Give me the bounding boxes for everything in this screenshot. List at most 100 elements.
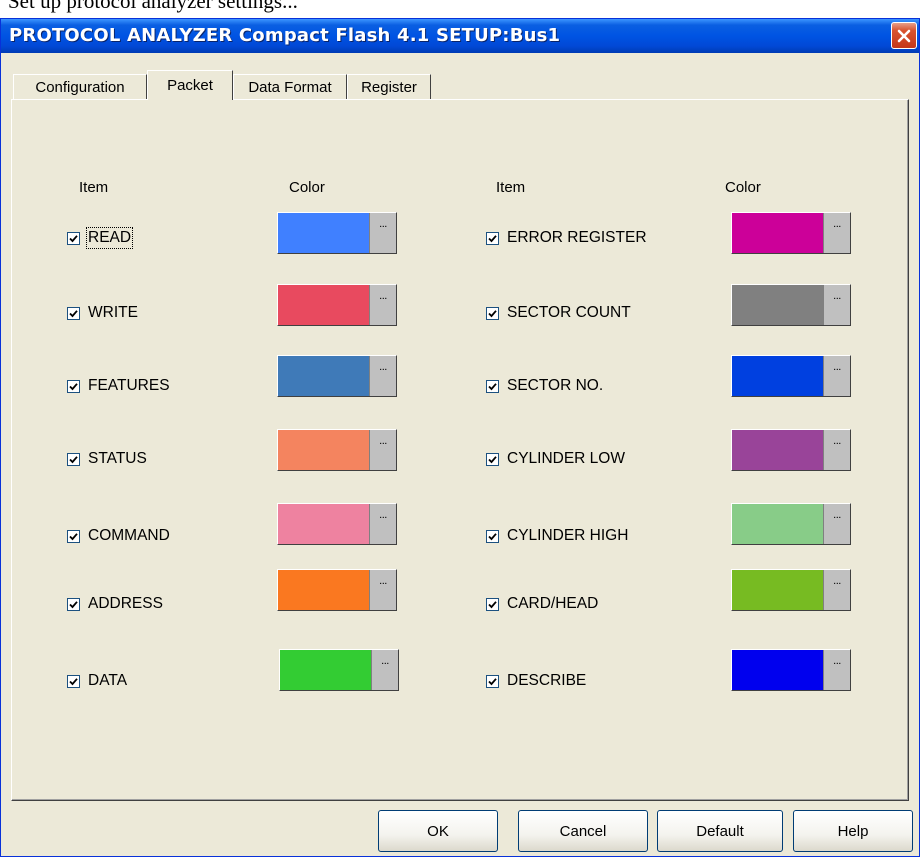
page-caption: Set up protocol analyzer settings...	[0, 0, 920, 20]
checkmark-icon	[69, 532, 78, 540]
default-button[interactable]: Default	[657, 810, 783, 852]
item-label-address[interactable]: ADDRESS	[88, 595, 163, 613]
browse-color-button[interactable]: ...	[823, 430, 850, 470]
color-swatch[interactable]	[732, 285, 823, 325]
ok-button[interactable]: OK	[378, 810, 498, 852]
checkbox-sector-no[interactable]	[486, 379, 499, 393]
browse-color-button[interactable]: ...	[369, 430, 396, 470]
color-swatch[interactable]	[280, 650, 371, 690]
item-label-write[interactable]: WRITE	[88, 304, 138, 322]
item-label-error-register[interactable]: ERROR REGISTER	[507, 229, 647, 247]
checkmark-icon	[69, 309, 78, 317]
color-swatch[interactable]	[278, 504, 369, 544]
checkmark-icon	[69, 382, 78, 390]
checkbox-error-register[interactable]	[486, 231, 499, 245]
checkmark-icon	[488, 600, 497, 608]
checkbox-describe[interactable]	[486, 674, 499, 688]
browse-color-button[interactable]: ...	[823, 570, 850, 610]
checkbox-status[interactable]	[67, 452, 80, 466]
cancel-button[interactable]: Cancel	[518, 810, 648, 852]
item-label-cylinder-low[interactable]: CYLINDER LOW	[507, 450, 625, 468]
color-swatch[interactable]	[278, 430, 369, 470]
item-label-card-head[interactable]: CARD/HEAD	[507, 595, 598, 613]
item-label-cylinder-high[interactable]: CYLINDER HIGH	[507, 527, 628, 545]
checkmark-icon	[69, 677, 78, 685]
color-picker-error-register[interactable]: ...	[731, 212, 851, 254]
item-label-data[interactable]: DATA	[88, 672, 127, 690]
color-picker-cylinder-high[interactable]: ...	[731, 503, 851, 545]
close-icon	[897, 29, 911, 42]
color-picker-card-head[interactable]: ...	[731, 569, 851, 611]
checkbox-features[interactable]	[67, 379, 80, 393]
color-swatch[interactable]	[278, 213, 369, 253]
close-button[interactable]	[891, 22, 917, 49]
right-item-header: Item	[496, 179, 526, 196]
color-picker-command[interactable]: ...	[277, 503, 397, 545]
tab-configuration[interactable]: Configuration	[13, 74, 147, 100]
browse-color-button[interactable]: ...	[823, 285, 850, 325]
browse-color-button[interactable]: ...	[369, 356, 396, 396]
checkbox-cylinder-high[interactable]	[486, 529, 499, 543]
item-row-command: COMMAND	[67, 516, 170, 556]
checkbox-write[interactable]	[67, 306, 80, 320]
browse-color-button[interactable]: ...	[823, 504, 850, 544]
color-picker-features[interactable]: ...	[277, 355, 397, 397]
browse-color-button[interactable]: ...	[371, 650, 398, 690]
browse-color-button[interactable]: ...	[369, 570, 396, 610]
color-swatch[interactable]	[732, 650, 823, 690]
checkmark-icon	[69, 455, 78, 463]
checkbox-read[interactable]	[67, 231, 80, 245]
left-item-header: Item	[79, 179, 109, 196]
item-row-address: ADDRESS	[67, 584, 163, 624]
help-button[interactable]: Help	[793, 810, 913, 852]
color-swatch[interactable]	[278, 285, 369, 325]
item-label-status[interactable]: STATUS	[88, 450, 147, 468]
item-label-sector-no[interactable]: SECTOR NO.	[507, 377, 603, 395]
item-label-sector-count[interactable]: SECTOR COUNT	[507, 304, 631, 322]
item-row-error-register: ERROR REGISTER	[486, 218, 647, 258]
browse-color-button[interactable]: ...	[369, 213, 396, 253]
item-label-describe[interactable]: DESCRIBE	[507, 672, 586, 690]
checkmark-icon	[69, 600, 78, 608]
browse-color-button[interactable]: ...	[823, 356, 850, 396]
checkbox-address[interactable]	[67, 597, 80, 611]
color-picker-sector-count[interactable]: ...	[731, 284, 851, 326]
color-picker-data[interactable]: ...	[279, 649, 399, 691]
tab-packet[interactable]: Packet	[147, 70, 233, 100]
color-swatch[interactable]	[732, 570, 823, 610]
tab-register[interactable]: Register	[347, 74, 431, 100]
browse-color-button[interactable]: ...	[369, 285, 396, 325]
color-picker-read[interactable]: ...	[277, 212, 397, 254]
left-color-header: Color	[289, 179, 325, 196]
item-label-command[interactable]: COMMAND	[88, 527, 170, 545]
checkmark-icon	[488, 309, 497, 317]
checkbox-cylinder-low[interactable]	[486, 452, 499, 466]
color-swatch[interactable]	[732, 213, 823, 253]
browse-color-button[interactable]: ...	[369, 504, 396, 544]
tab-label: Packet	[167, 77, 213, 94]
checkbox-card-head[interactable]	[486, 597, 499, 611]
color-picker-status[interactable]: ...	[277, 429, 397, 471]
item-label-read[interactable]: READ	[85, 227, 134, 249]
item-label-features[interactable]: FEATURES	[88, 377, 170, 395]
checkbox-command[interactable]	[67, 529, 80, 543]
checkbox-data[interactable]	[67, 674, 80, 688]
color-swatch[interactable]	[732, 430, 823, 470]
item-row-describe: DESCRIBE	[486, 661, 586, 701]
color-swatch[interactable]	[732, 356, 823, 396]
browse-color-button[interactable]: ...	[823, 213, 850, 253]
color-picker-sector-no[interactable]: ...	[731, 355, 851, 397]
color-picker-cylinder-low[interactable]: ...	[731, 429, 851, 471]
browse-color-button[interactable]: ...	[823, 650, 850, 690]
screenshot-canvas: Set up protocol analyzer settings... PRO…	[0, 0, 920, 857]
color-swatch[interactable]	[732, 504, 823, 544]
tab-data-format[interactable]: Data Format	[233, 74, 347, 100]
color-picker-address[interactable]: ...	[277, 569, 397, 611]
color-swatch[interactable]	[278, 570, 369, 610]
checkbox-sector-count[interactable]	[486, 306, 499, 320]
item-row-cylinder-low: CYLINDER LOW	[486, 439, 625, 479]
color-picker-write[interactable]: ...	[277, 284, 397, 326]
color-swatch[interactable]	[278, 356, 369, 396]
color-picker-describe[interactable]: ...	[731, 649, 851, 691]
title-bar[interactable]: PROTOCOL ANALYZER Compact Flash 4.1 SETU…	[1, 19, 919, 53]
